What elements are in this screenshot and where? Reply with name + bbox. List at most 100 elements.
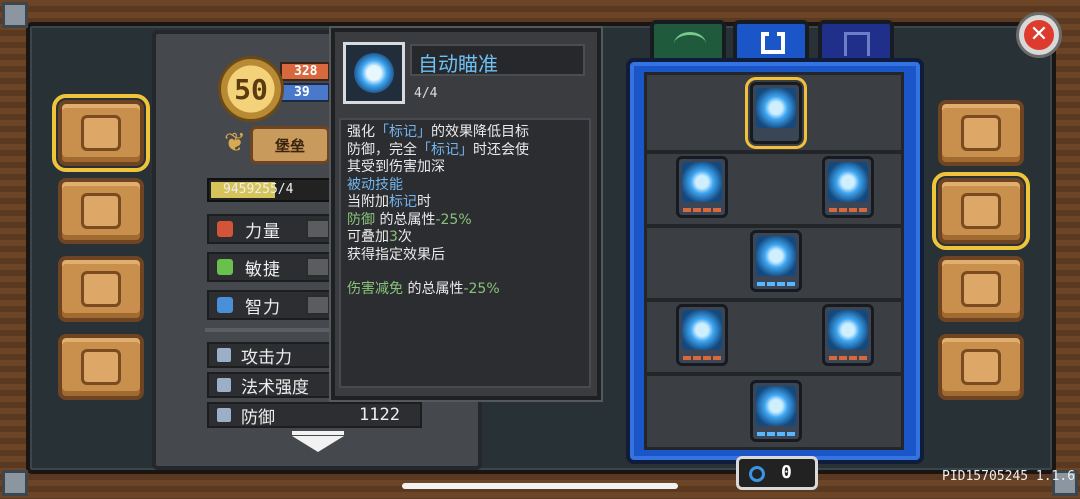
skill-node-3[interactable] — [822, 156, 874, 218]
attribute-label: 智力 — [245, 297, 281, 318]
desc-text: 次 — [397, 229, 412, 245]
skill-point-counter: 0 — [736, 456, 818, 490]
level-pip — [713, 208, 721, 212]
level-pip — [683, 356, 691, 360]
skill-node-6[interactable] — [822, 304, 874, 366]
desc-text: 其受到伤害加深 — [347, 159, 445, 175]
target-icon — [756, 88, 796, 128]
decrease-intelligence-button[interactable] — [306, 295, 330, 315]
skill-level-pips — [757, 282, 795, 286]
passive-label: 被动技能 — [347, 176, 403, 193]
laurel-icon: ❦ — [224, 128, 246, 158]
xp-text: 9459255/4 — [223, 182, 294, 197]
desc-keyword: 标记 — [389, 194, 417, 210]
skill-icon — [682, 310, 722, 350]
decrease-strength-button[interactable] — [306, 219, 330, 239]
skills-menu-button[interactable] — [932, 172, 1030, 250]
skill-icon — [756, 236, 796, 276]
tree-divider — [647, 298, 901, 302]
desc-value: 3 — [389, 229, 398, 245]
gear-icon — [961, 349, 1001, 385]
desc-text: 的总属性 — [375, 211, 436, 228]
level-pip — [777, 282, 785, 286]
skill-node-5[interactable] — [676, 304, 728, 366]
tree-divider — [647, 224, 901, 228]
skill-level: 4/4 — [414, 86, 438, 101]
skill-tooltip-icon — [343, 42, 405, 104]
skill-node-4[interactable] — [750, 230, 802, 292]
combat-stat-label: 防御 — [241, 407, 275, 428]
star-icon — [961, 271, 1001, 307]
level-pip — [839, 208, 847, 212]
target-icon — [354, 53, 394, 93]
level-value: 50 — [234, 73, 268, 106]
wand-icon — [217, 378, 231, 392]
level-pip — [829, 356, 837, 360]
decrease-agility-button[interactable] — [306, 257, 330, 277]
level-pip — [693, 356, 701, 360]
frame-corner — [2, 470, 28, 496]
level-pip — [683, 208, 691, 212]
scroll-down-bar[interactable] — [292, 431, 344, 435]
sword-icon — [217, 348, 231, 362]
desc-stat: 防御 — [347, 211, 375, 228]
level-pip — [767, 432, 775, 436]
skill-node-2[interactable] — [676, 156, 728, 218]
star-menu-button[interactable] — [938, 256, 1024, 322]
combat-stat-value: 1122 — [359, 405, 400, 425]
helmet-menu-button[interactable] — [58, 334, 144, 400]
skill-level-pips — [829, 208, 867, 212]
skill-icon — [756, 386, 796, 426]
settings-menu-button[interactable] — [938, 334, 1024, 400]
version-text: PID15705245 1.1.6 — [942, 469, 1076, 484]
skill-node-7[interactable] — [750, 380, 802, 442]
desc-text: 获得指定效果后 — [347, 246, 445, 263]
map-icon — [81, 193, 121, 229]
level-pip — [787, 432, 795, 436]
level-pip — [859, 208, 867, 212]
xp-bar: 9459255/4 — [207, 178, 332, 202]
book-menu-button[interactable] — [52, 94, 150, 172]
scroll-down-icon[interactable] — [292, 436, 344, 452]
level-pip — [767, 282, 775, 286]
desc-text: 防御，完全 — [347, 141, 417, 158]
close-button[interactable]: ✕ — [1016, 12, 1062, 58]
combat-stat-defense: 防御 1122 — [207, 402, 422, 428]
book-icon — [81, 115, 121, 151]
skill-node-auto-aim[interactable] — [745, 77, 807, 149]
level-pip — [703, 356, 711, 360]
skill-level-pips — [829, 356, 867, 360]
desc-text: 的效果降低目标 — [431, 124, 529, 140]
desc-value: -25% — [435, 211, 472, 228]
dice-menu-button[interactable] — [58, 256, 144, 322]
frame-corner — [2, 2, 28, 28]
level-pip — [849, 356, 857, 360]
level-pip — [693, 208, 701, 212]
skill-description: 强化「标记」的效果降低目标 防御，完全「标记」时还会使 其受到伤害加深 被动技能… — [339, 118, 591, 388]
close-icon: ✕ — [1029, 22, 1049, 47]
level-pip — [777, 432, 785, 436]
title-plate[interactable]: 堡垒 — [250, 126, 330, 164]
desc-text: 时还会使 — [473, 141, 529, 158]
attribute-row-strength: 力量 — [207, 214, 332, 244]
skill-level-pips — [683, 208, 721, 212]
divider — [205, 328, 332, 332]
level-pip — [787, 282, 795, 286]
feather-icon — [217, 259, 233, 275]
home-indicator[interactable] — [402, 483, 678, 489]
hood-menu-button[interactable] — [938, 100, 1024, 166]
desc-stat: 伤害减免 — [347, 281, 403, 297]
attribute-row-agility: 敏捷 — [207, 252, 332, 282]
title-label: 堡垒 — [274, 137, 305, 155]
map-menu-button[interactable] — [58, 178, 144, 244]
hood-icon — [961, 115, 1001, 151]
skill-point-value: 0 — [781, 462, 792, 483]
skill-level-pips — [683, 356, 721, 360]
combat-stat-label: 法术强度 — [241, 377, 309, 398]
desc-value: -25% — [463, 281, 500, 297]
level-pip — [829, 208, 837, 212]
skill-icon — [828, 310, 868, 350]
level-pip — [849, 208, 857, 212]
attribute-label: 敏捷 — [245, 259, 281, 280]
level-pip — [839, 356, 847, 360]
